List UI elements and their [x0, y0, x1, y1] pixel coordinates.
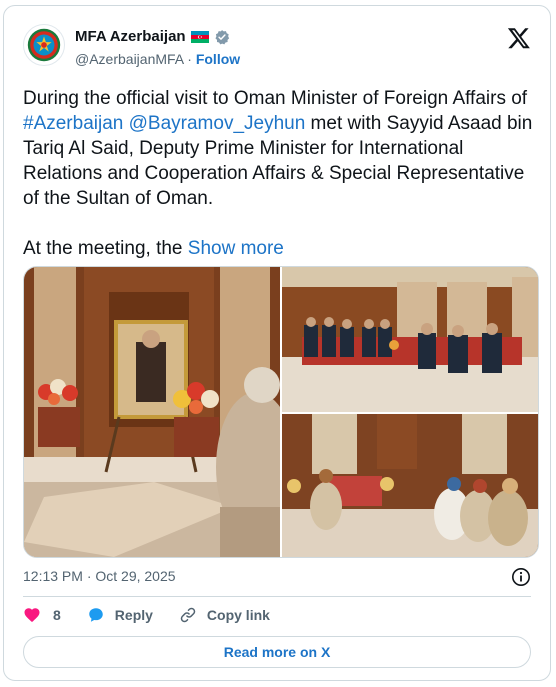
photo-delegation-seated[interactable] — [282, 267, 538, 412]
mention-link[interactable]: @Bayramov_Jeyhun — [129, 113, 306, 134]
tweet-paragraph-1: During the official visit to Oman Minist… — [23, 86, 535, 211]
tweet-header: MFA Azerbaijan @AzerbaijanMFA · Follow — [23, 22, 531, 70]
tweet-paragraph-2: At the meeting, the Show more — [23, 236, 535, 261]
tweet-card: MFA Azerbaijan @AzerbaijanMFA · Follow D… — [3, 5, 551, 681]
photo-meeting-portrait[interactable] — [24, 267, 280, 557]
copy-link-label: Copy link — [206, 607, 270, 623]
heart-icon — [24, 608, 40, 623]
read-more-button[interactable]: Read more on X — [23, 636, 531, 668]
reply-label: Reply — [114, 607, 153, 623]
like-count: 8 — [53, 607, 61, 623]
link-icon — [180, 607, 196, 623]
x-logo-icon[interactable] — [507, 26, 531, 50]
info-icon[interactable] — [511, 567, 531, 587]
author-handle[interactable]: @AzerbaijanMFA — [75, 51, 183, 67]
reply-bubble-icon — [89, 608, 103, 622]
author-name-row: MFA Azerbaijan — [75, 28, 230, 45]
tweet-actions: 8 Reply Copy link — [23, 606, 270, 624]
follow-button[interactable]: Follow — [196, 51, 240, 67]
handle-separator: · — [187, 51, 192, 67]
media-grid — [23, 266, 539, 558]
like-button[interactable]: 8 — [23, 606, 61, 624]
show-more-link[interactable]: Show more — [188, 238, 284, 259]
tweet-text-truncated: At the meeting, the — [23, 238, 188, 259]
mfa-emblem-icon — [24, 25, 64, 65]
tweet-text-intro: During the official visit to Oman Minist… — [23, 88, 528, 109]
copy-link-button[interactable]: Copy link — [179, 606, 270, 624]
author-avatar[interactable] — [23, 24, 65, 66]
tweet-body: During the official visit to Oman Minist… — [23, 86, 535, 261]
verified-badge-icon — [214, 29, 230, 45]
reply-button[interactable]: Reply — [87, 606, 153, 624]
tweet-timestamp[interactable]: 12:13 PM · Oct 29, 2025 — [23, 568, 176, 584]
author-handle-row: @AzerbaijanMFA · Follow — [75, 51, 240, 67]
author-display-name[interactable]: MFA Azerbaijan — [75, 28, 186, 45]
azerbaijan-flag-icon — [190, 30, 209, 43]
photo-omani-officials[interactable] — [282, 414, 538, 557]
hashtag-link[interactable]: #Azerbaijan — [23, 113, 123, 134]
divider — [23, 596, 531, 597]
